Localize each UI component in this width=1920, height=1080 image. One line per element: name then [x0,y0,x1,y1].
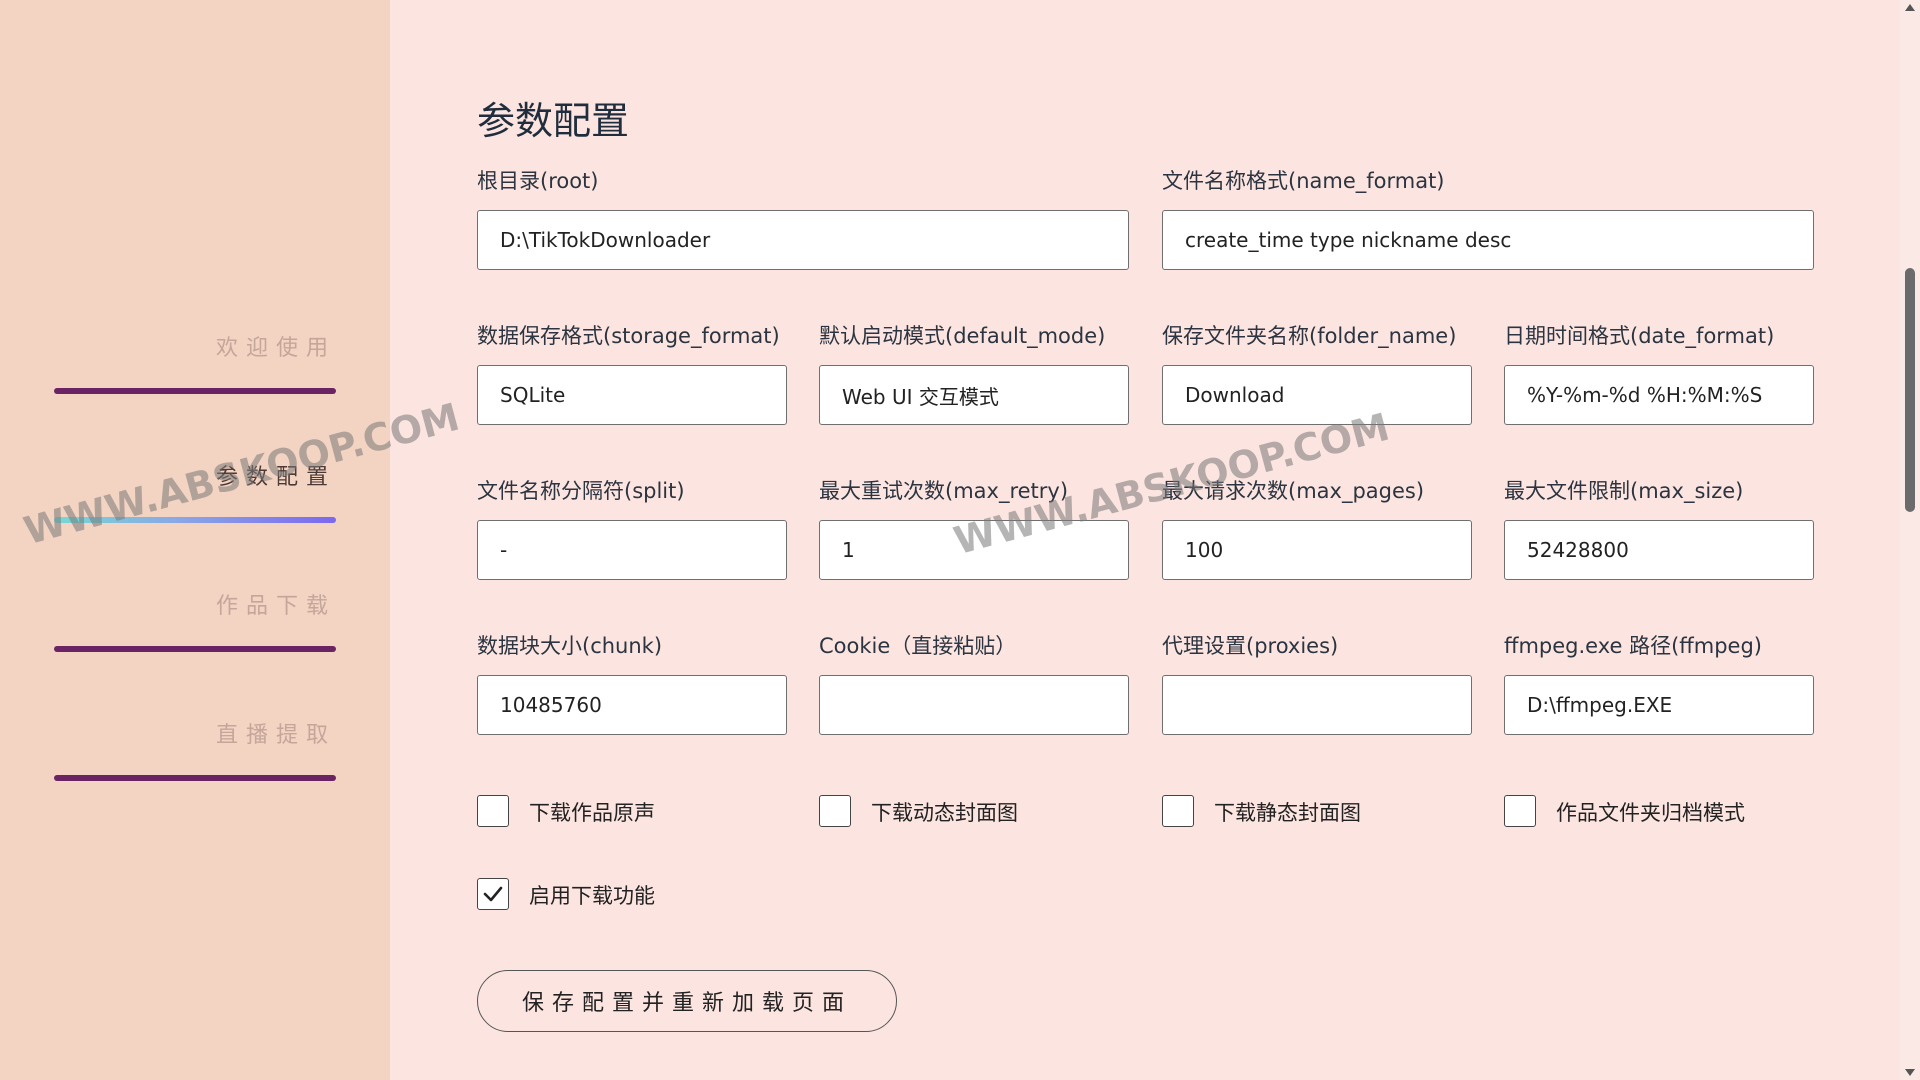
max-size-input[interactable] [1504,520,1814,580]
checkbox-box[interactable] [1504,795,1536,827]
sidebar-item-underline [54,775,336,781]
checkbox-box[interactable] [819,795,851,827]
name-format-label: 文件名称格式(name_format) [1162,169,1445,193]
chunk-input[interactable] [477,675,787,735]
folder-name-input[interactable] [1162,365,1472,425]
sidebar-item-underline [54,646,336,652]
default-mode-label: 默认启动模式(default_mode) [819,324,1106,348]
storage-format-label: 数据保存格式(storage_format) [477,324,780,348]
folder-mode-checkbox-label: 作品文件夹归档模式 [1556,801,1745,825]
checkmark-icon [483,886,503,902]
settings-panel: 参数配置 根目录(root) 文件名称格式(name_format) 数据保存格… [390,0,1900,1080]
checkbox-box[interactable] [477,878,509,910]
download-checkbox-label: 启用下载功能 [529,884,655,908]
scrollbar[interactable] [1900,0,1920,1080]
split-input[interactable] [477,520,787,580]
max-retry-input[interactable] [819,520,1129,580]
sidebar-item-label: 参数配置 [215,465,336,490]
name-format-input[interactable] [1162,210,1814,270]
sidebar-item-label: 作品下载 [215,594,336,619]
max-retry-label: 最大重试次数(max_retry) [819,479,1069,503]
scroll-down-icon[interactable] [1905,1069,1915,1076]
root-label: 根目录(root) [477,169,599,193]
sidebar: 欢迎使用 参数配置 作品下载 直播提取 [0,0,390,1080]
checkbox-box[interactable] [1162,795,1194,827]
root-input[interactable] [477,210,1129,270]
split-label: 文件名称分隔符(split) [477,479,685,503]
music-checkbox-label: 下载作品原声 [529,801,655,825]
proxies-label: 代理设置(proxies) [1162,634,1339,658]
sidebar-item-underline [54,517,336,523]
default-mode-input[interactable] [819,365,1129,425]
sidebar-item-label: 欢迎使用 [215,336,336,361]
date-format-label: 日期时间格式(date_format) [1504,324,1775,348]
page-title: 参数配置 [477,99,630,143]
storage-format-input[interactable] [477,365,787,425]
date-format-input[interactable] [1504,365,1814,425]
proxies-input[interactable] [1162,675,1472,735]
original-cover-checkbox-label: 下载静态封面图 [1214,801,1361,825]
max-size-label: 最大文件限制(max_size) [1504,479,1744,503]
sidebar-item-underline [54,388,336,394]
scrollbar-thumb[interactable] [1905,268,1915,512]
save-reload-button[interactable]: 保存配置并重新加载页面 [477,970,897,1032]
max-pages-label: 最大请求次数(max_pages) [1162,479,1425,503]
cookie-input[interactable] [819,675,1129,735]
sidebar-item-label: 直播提取 [215,723,336,748]
cookie-label: Cookie（直接粘贴） [819,634,1017,658]
chunk-label: 数据块大小(chunk) [477,634,663,658]
checkbox-box[interactable] [477,795,509,827]
max-pages-input[interactable] [1162,520,1472,580]
ffmpeg-input[interactable] [1504,675,1814,735]
folder-name-label: 保存文件夹名称(folder_name) [1162,324,1457,348]
dynamic-cover-checkbox-label: 下载动态封面图 [871,801,1018,825]
ffmpeg-label: ffmpeg.exe 路径(ffmpeg) [1504,634,1762,658]
scroll-up-icon[interactable] [1905,4,1915,11]
